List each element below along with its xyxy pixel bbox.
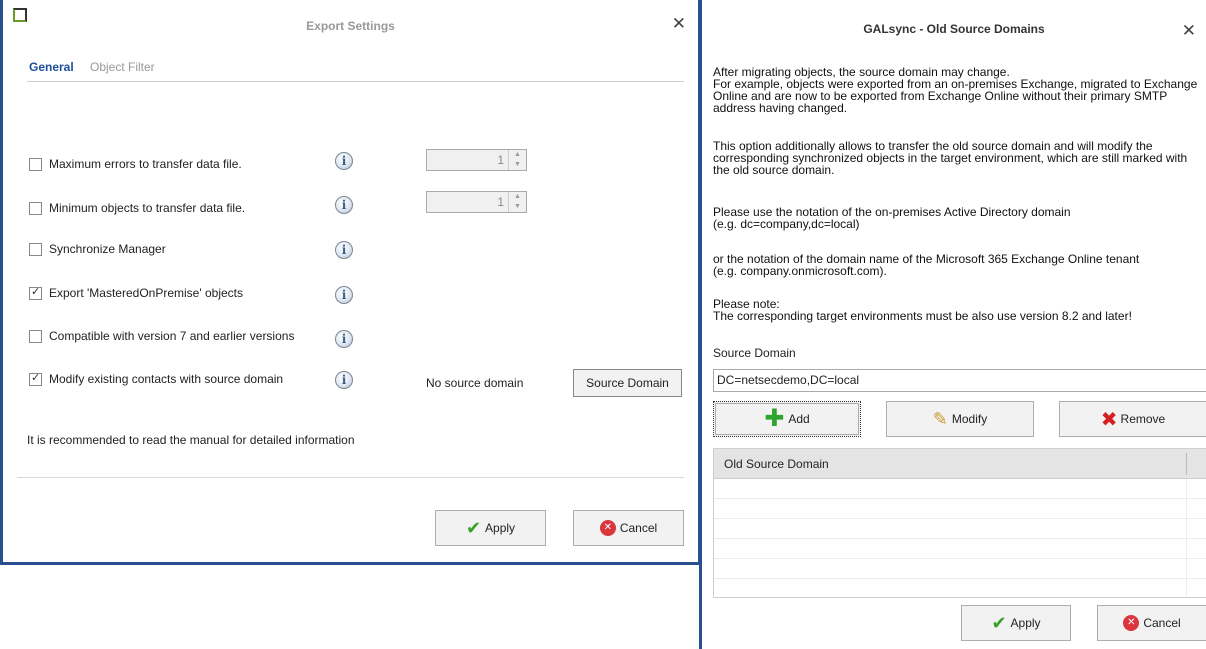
info-icon[interactable]: i <box>335 241 353 259</box>
modify-contacts-label: Modify existing contacts with source dom… <box>49 372 284 386</box>
grid-row[interactable] <box>714 499 1206 519</box>
recommendation-text: It is recommended to read the manual for… <box>27 433 355 447</box>
add-label: Add <box>788 412 810 426</box>
info-icon[interactable]: i <box>335 286 353 304</box>
export-settings-dialog: Export Settings ✕ General Object Filter … <box>0 0 701 565</box>
description-line: This option additionally allows to trans… <box>713 139 1188 177</box>
option-max-errors[interactable]: Maximum errors to transfer data file. <box>29 155 242 173</box>
mastered-onpremise-checkbox[interactable] <box>29 285 42 300</box>
dialog-title: Export Settings <box>306 19 395 33</box>
grid-header-old-source-domain[interactable]: Old Source Domain <box>714 449 1206 479</box>
source-domain-label: Source Domain <box>713 346 796 360</box>
source-domain-input[interactable]: DC=netsecdemo,DC=local <box>713 369 1206 392</box>
tab-general[interactable]: General <box>29 60 74 74</box>
compatible-v7-label: Compatible with version 7 and earlier ve… <box>49 329 295 343</box>
description-paragraph-5: Please note: The corresponding target en… <box>713 298 1206 322</box>
tab-object-filter[interactable]: Object Filter <box>90 60 155 74</box>
remove-x-icon: ✖ <box>1100 408 1118 431</box>
description-line: The corresponding target environments mu… <box>713 309 1132 323</box>
option-mastered-onpremise[interactable]: Export 'MasteredOnPremise' objects <box>29 284 243 302</box>
description-paragraph-4: or the notation of the domain name of th… <box>713 253 1206 277</box>
compatible-v7-checkbox[interactable] <box>29 329 42 343</box>
description-line: (e.g. dc=company,dc=local) <box>713 217 860 231</box>
grid-row[interactable] <box>714 519 1206 539</box>
grid-row[interactable] <box>714 539 1206 559</box>
add-button[interactable]: ✚ Add <box>713 401 861 437</box>
cancel-icon: ✕ <box>599 520 616 536</box>
option-min-objects[interactable]: Minimum objects to transfer data file. <box>29 199 245 217</box>
description-line: For example, objects were exported from … <box>713 77 1198 115</box>
max-errors-checkbox[interactable] <box>29 157 42 171</box>
close-icon[interactable]: ✕ <box>1182 22 1196 39</box>
plus-icon: ✚ <box>764 405 785 432</box>
option-synchronize-manager[interactable]: Synchronize Manager <box>29 240 166 258</box>
description-paragraph-2: This option additionally allows to trans… <box>713 140 1206 176</box>
option-modify-existing-contacts[interactable]: Modify existing contacts with source dom… <box>29 370 283 388</box>
source-domain-button[interactable]: Source Domain <box>573 369 682 397</box>
info-icon[interactable]: i <box>335 152 353 170</box>
description-line: (e.g. company.onmicrosoft.com). <box>713 264 887 278</box>
apply-button[interactable]: ✔ Apply <box>961 605 1071 641</box>
min-objects-checkbox[interactable] <box>29 201 42 215</box>
cancel-button[interactable]: ✕ Cancel <box>573 510 684 546</box>
check-icon: ✔ <box>991 612 1007 633</box>
cancel-label: Cancel <box>1143 616 1181 630</box>
pencil-icon: ✎ <box>932 408 948 429</box>
cancel-icon: ✕ <box>1123 615 1140 631</box>
cancel-label: Cancel <box>619 521 658 535</box>
modify-label: Modify <box>951 412 988 426</box>
title-bar: Export Settings ✕ <box>3 0 698 38</box>
dialog-title: GALsync - Old Source Domains <box>863 22 1045 36</box>
cancel-button[interactable]: ✕ Cancel <box>1097 605 1206 641</box>
no-source-domain-label: No source domain <box>426 376 524 390</box>
info-icon[interactable]: i <box>335 330 353 348</box>
tab-bar: General Object Filter <box>27 56 684 82</box>
min-objects-value: 1 <box>497 195 504 209</box>
spinner-down-icon[interactable]: ▼ <box>509 160 526 170</box>
grid-row[interactable] <box>714 559 1206 579</box>
spinner-up-icon[interactable]: ▲ <box>509 150 526 160</box>
apply-label: Apply <box>485 521 516 535</box>
old-source-domains-dialog: GALsync - Old Source Domains ✕ After mig… <box>699 0 1206 649</box>
sync-manager-label: Synchronize Manager <box>49 242 166 256</box>
max-errors-label: Maximum errors to transfer data file. <box>49 157 242 171</box>
apply-button[interactable]: ✔ Apply <box>435 510 546 546</box>
check-icon: ✔ <box>465 517 482 538</box>
remove-label: Remove <box>1120 412 1166 426</box>
description-paragraph-3: Please use the notation of the on-premis… <box>713 206 1206 230</box>
spinner-up-icon[interactable]: ▲ <box>509 192 526 202</box>
old-source-domain-grid[interactable]: Old Source Domain <box>713 448 1206 598</box>
min-objects-label: Minimum objects to transfer data file. <box>49 201 246 215</box>
min-objects-spinner[interactable]: 1 ▲ ▼ <box>426 191 527 213</box>
remove-button[interactable]: ✖ Remove <box>1059 401 1206 437</box>
grid-row[interactable] <box>714 479 1206 499</box>
grid-row[interactable] <box>714 579 1206 597</box>
option-compatible-v7[interactable]: Compatible with version 7 and earlier ve… <box>29 327 294 345</box>
apply-label: Apply <box>1010 616 1041 630</box>
spinner-buttons[interactable]: ▲ ▼ <box>508 192 526 212</box>
sync-manager-checkbox[interactable] <box>29 242 42 256</box>
description-paragraph-1: After migrating objects, the source doma… <box>713 66 1206 114</box>
info-icon[interactable]: i <box>335 196 353 214</box>
spinner-down-icon[interactable]: ▼ <box>509 202 526 212</box>
max-errors-value: 1 <box>497 153 504 167</box>
spinner-buttons[interactable]: ▲ ▼ <box>508 150 526 170</box>
modify-contacts-checkbox[interactable] <box>29 371 42 386</box>
max-errors-spinner[interactable]: 1 ▲ ▼ <box>426 149 527 171</box>
divider <box>17 477 684 478</box>
modify-button[interactable]: ✎ Modify <box>886 401 1034 437</box>
info-icon[interactable]: i <box>335 371 353 389</box>
mastered-onpremise-label: Export 'MasteredOnPremise' objects <box>49 286 243 300</box>
close-icon[interactable]: ✕ <box>672 15 686 32</box>
